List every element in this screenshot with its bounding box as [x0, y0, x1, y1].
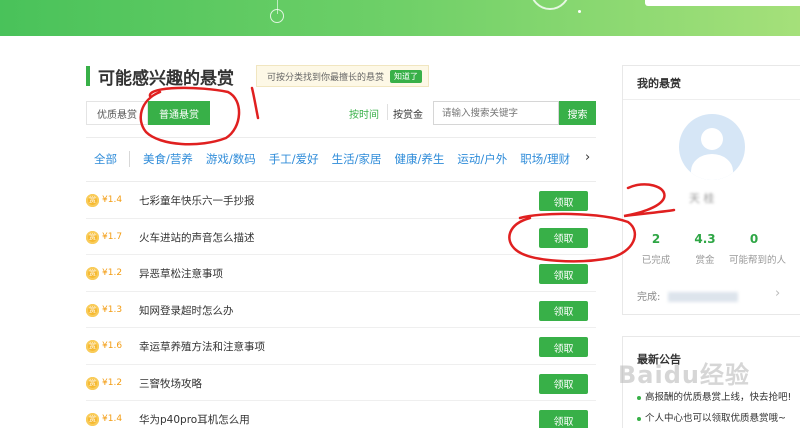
coin-icon: 赏: [86, 303, 99, 317]
stat-completed: 2 已完成: [631, 232, 681, 266]
coin-icon: 赏: [86, 376, 99, 390]
question-title[interactable]: 华为p40pro耳机怎么用: [139, 412, 250, 427]
tip-text: 可按分类找到你最擅长的悬赏: [267, 72, 385, 83]
stat-label: 赏金: [695, 255, 715, 266]
sort-by-reward[interactable]: 按赏金: [393, 106, 423, 121]
announcement-item[interactable]: 高报酬的优质悬赏上线，快去抢吧!: [637, 389, 791, 403]
stat-label: 可能帮到的人: [729, 255, 787, 266]
coin-icon: 赏: [86, 413, 99, 426]
username: 天 桂: [689, 192, 715, 205]
panel-title: 我的悬赏: [637, 77, 681, 90]
category-food[interactable]: 美食/营养: [143, 151, 193, 167]
announcement-item[interactable]: 个人中心也可以领取优质悬赏哦~: [637, 410, 786, 424]
annotation-mark-one: [250, 86, 260, 120]
reward-amount: ¥1.3: [102, 304, 123, 315]
tab-normal-bounty[interactable]: 普通悬赏: [148, 101, 210, 125]
my-bounty-panel: 我的悬赏 天 桂 2 已完成 4.3 赏金 0 可能帮到的人 完成: ›: [622, 65, 800, 315]
question-list: 赏 ¥1.4 七彩童年快乐六一手抄报 领取 赏 ¥1.7 火车进站的声音怎么描述…: [86, 182, 596, 428]
claim-button[interactable]: 领取: [539, 337, 588, 357]
category-games[interactable]: 游戏/数码: [206, 151, 256, 167]
list-item: 赏 ¥1.6 幸运草养殖方法和注意事项 领取: [86, 328, 596, 365]
category-nav: 全部 美食/营养 游戏/数码 手工/爱好 生活/家居 健康/养生 运动/户外 职…: [94, 151, 583, 167]
list-item: 赏 ¥1.2 三窨牧场攻略 领取: [86, 365, 596, 401]
panel-title: 最新公告: [637, 353, 681, 366]
question-title[interactable]: 幸运草养殖方法和注意事项: [139, 339, 265, 354]
stat-value: 0: [749, 232, 759, 246]
stat-label: 已完成: [641, 255, 671, 266]
coin-icon: 赏: [86, 340, 99, 353]
list-item: 赏 ¥1.3 知网登录超时怎么办 领取: [86, 292, 596, 328]
tab-premium-bounty[interactable]: 优质悬赏: [86, 101, 148, 125]
question-title[interactable]: 三窨牧场攻略: [139, 376, 202, 391]
list-item: 赏 ¥1.2 异恶草松注意事项 领取: [86, 255, 596, 292]
question-title[interactable]: 火车进站的声音怎么描述: [139, 230, 255, 245]
claim-button[interactable]: 领取: [539, 227, 588, 248]
claim-button[interactable]: 领取: [539, 373, 588, 394]
banner-decoration: [270, 9, 284, 23]
reward-amount: ¥1.4: [102, 195, 123, 205]
category-all[interactable]: 全部: [94, 151, 130, 167]
category-crafts[interactable]: 手工/爱好: [269, 151, 319, 167]
search-input[interactable]: [433, 101, 559, 125]
sort-by-time[interactable]: 按时间: [349, 106, 379, 121]
blurred-value: [667, 292, 738, 302]
category-home[interactable]: 生活/家居: [332, 151, 382, 167]
claim-button[interactable]: 领取: [539, 410, 588, 428]
avatar-body: [691, 154, 733, 180]
banner-decoration: [578, 10, 581, 13]
reward-amount: ¥1.4: [102, 414, 123, 424]
completion-progress: 完成:: [637, 288, 738, 303]
reward-amount: ¥1.2: [102, 268, 123, 278]
claim-button[interactable]: 领取: [539, 300, 588, 321]
coin-icon: 赏: [86, 230, 99, 244]
reward-amount: ¥1.2: [102, 377, 123, 388]
list-item: 赏 ¥1.7 火车进站的声音怎么描述 领取: [86, 219, 596, 255]
claim-button[interactable]: 领取: [539, 264, 588, 284]
search-button[interactable]: 搜索: [559, 101, 596, 125]
section-header: 可能感兴趣的悬赏: [86, 65, 234, 89]
category-sports[interactable]: 运动/户外: [457, 151, 507, 167]
top-banner: [0, 0, 800, 36]
question-title[interactable]: 知网登录超时怎么办: [139, 303, 234, 318]
stat-reward: 4.3 赏金: [680, 232, 730, 266]
chevron-right-icon[interactable]: ›: [585, 150, 590, 165]
tip-ok-button[interactable]: 知道了: [390, 69, 423, 83]
reward-amount: ¥1.6: [102, 341, 123, 351]
chevron-right-icon[interactable]: ›: [775, 286, 780, 301]
avatar[interactable]: [679, 114, 745, 180]
category-health[interactable]: 健康/养生: [395, 151, 445, 167]
banner-panel: [645, 0, 800, 6]
question-title[interactable]: 异恶草松注意事项: [139, 266, 223, 281]
title-accent-bar: [86, 66, 90, 86]
completion-label: 完成:: [637, 292, 661, 303]
divider: [387, 104, 388, 120]
announcement-panel: 最新公告 高报酬的优质悬赏上线，快去抢吧! 个人中心也可以领取优质悬赏哦~: [622, 336, 800, 428]
avatar-head: [701, 128, 723, 150]
page-title: 可能感兴趣的悬赏: [98, 68, 234, 89]
bounty-type-tabs: 优质悬赏 普通悬赏: [86, 101, 210, 125]
divider: [86, 137, 596, 138]
divider: [623, 99, 800, 100]
question-title[interactable]: 七彩童年快乐六一手抄报: [139, 193, 255, 208]
claim-button[interactable]: 领取: [539, 191, 588, 211]
stat-value: 2: [651, 232, 661, 246]
category-career[interactable]: 职场/理财: [520, 151, 570, 167]
list-item: 赏 ¥1.4 七彩童年快乐六一手抄报 领取: [86, 182, 596, 219]
reward-amount: ¥1.7: [102, 231, 123, 242]
category-tip: 可按分类找到你最擅长的悬赏 知道了: [256, 65, 430, 87]
coin-icon: 赏: [86, 267, 99, 280]
stat-helped: 0 可能帮到的人: [729, 232, 787, 266]
coin-icon: 赏: [86, 194, 99, 207]
banner-decoration: [530, 0, 570, 10]
list-item: 赏 ¥1.4 华为p40pro耳机怎么用 领取: [86, 401, 596, 428]
stat-value: 4.3: [694, 232, 716, 246]
